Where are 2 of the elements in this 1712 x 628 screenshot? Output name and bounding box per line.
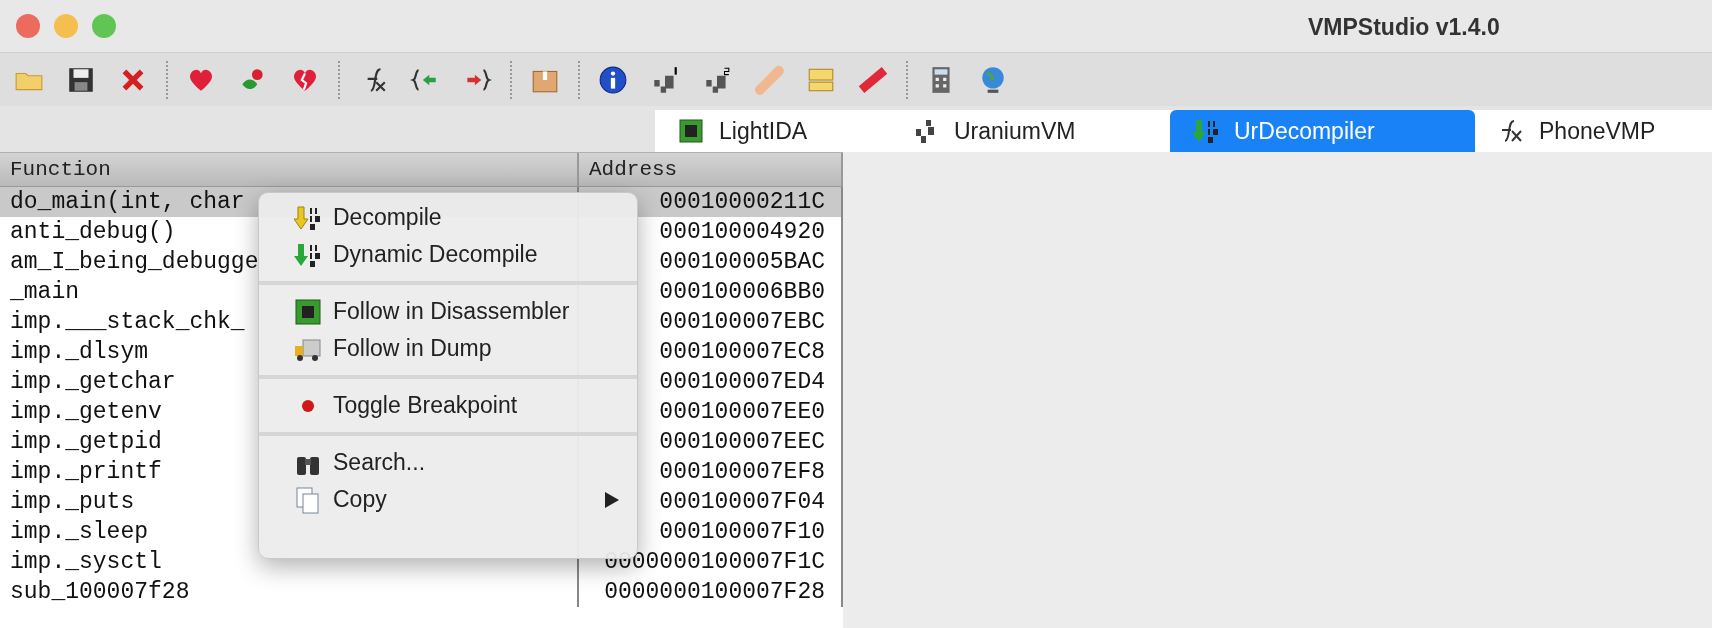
function-cell: sub_100007f28 [0,577,579,607]
window-title: VMPStudio v1.4.0 [1308,13,1500,42]
